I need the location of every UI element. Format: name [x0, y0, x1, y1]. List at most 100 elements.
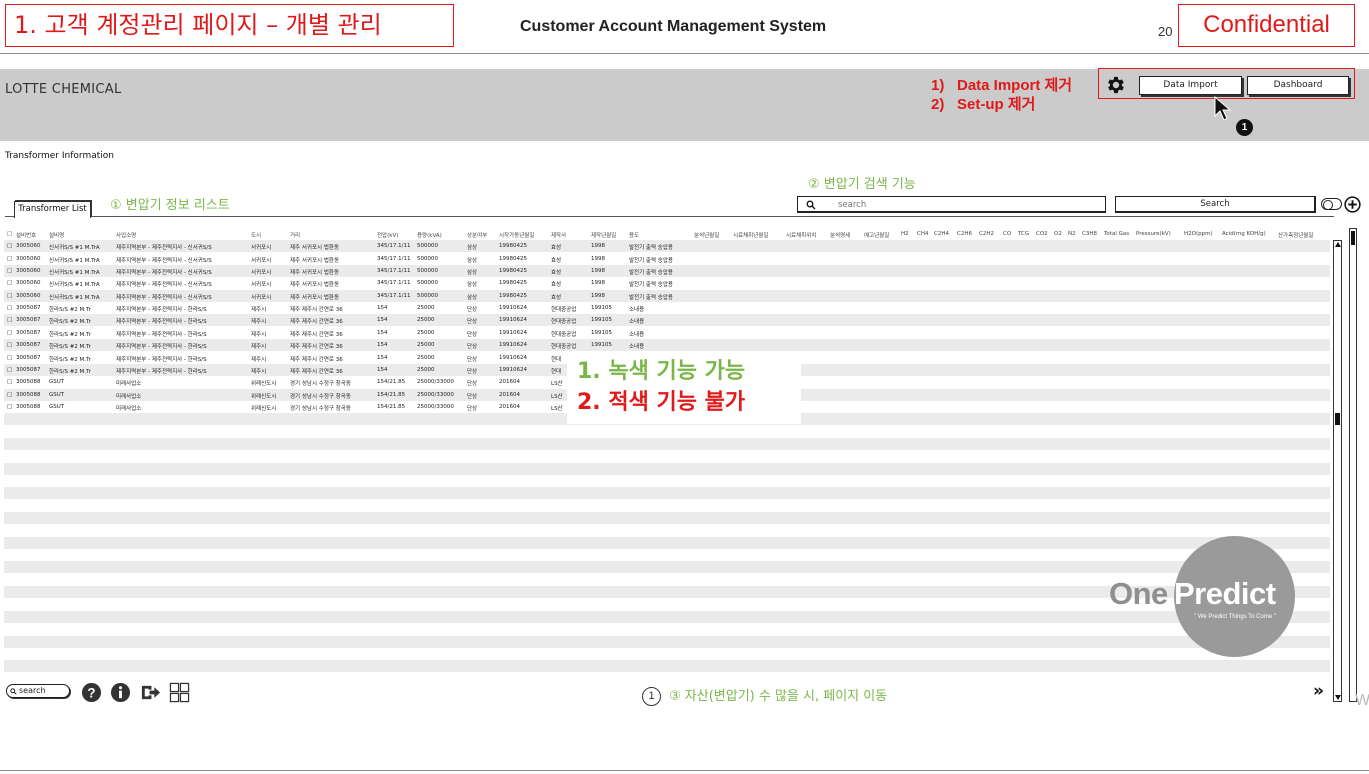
- table-cell: 제주시: [251, 319, 267, 326]
- table-row[interactable]: □ 3005060 신서귀S/S #1 M.TrA 제주지역본부 - 제주전력지사 -…: [4, 290, 1330, 302]
- column-header[interactable]: 산가측정년월일: [1278, 231, 1313, 239]
- column-header[interactable]: 예고년월일: [864, 231, 889, 239]
- column-header[interactable]: 거리: [290, 231, 300, 239]
- column-header[interactable]: 제작사: [551, 231, 566, 239]
- table-stripe: [4, 462, 1330, 475]
- column-header[interactable]: H2O(ppm): [1184, 231, 1213, 237]
- row-checkbox[interactable]: □: [7, 293, 12, 299]
- column-header[interactable]: 사업소명: [116, 231, 136, 239]
- column-header[interactable]: CO2: [1036, 231, 1048, 237]
- footer-search-input[interactable]: search: [6, 684, 70, 698]
- table-cell: 3005087: [16, 329, 41, 336]
- row-checkbox[interactable]: □: [7, 379, 12, 385]
- data-import-button[interactable]: Data Import: [1139, 76, 1242, 95]
- row-checkbox[interactable]: □: [7, 342, 12, 348]
- table-cell: 154: [377, 354, 388, 361]
- table-cell: GSUT: [49, 403, 65, 410]
- column-header[interactable]: 용량(kVA): [417, 231, 442, 239]
- table-cell: 제주지역본부 - 제주전력지사 - 한라S/S: [116, 368, 207, 375]
- function-legend-note: 1. 녹색 기능 가능 2. 적색 기능 불가: [567, 351, 801, 424]
- table-cell: 500000: [417, 268, 438, 275]
- table-cell: 제주 제주시 간연로 36: [290, 319, 343, 326]
- column-header[interactable]: 시료채취년월일: [733, 231, 768, 239]
- column-header[interactable]: 제작년월일: [591, 231, 616, 239]
- table-row[interactable]: □ 3005087 한라S/S #2 M.Tr 제주지역본부 - 제주전력지사 - 한…: [4, 302, 1330, 314]
- table-row[interactable]: □ 3005087 한라S/S #2 M.Tr 제주지역본부 - 제주전력지사 - 한…: [4, 339, 1330, 351]
- grid-icon[interactable]: [169, 682, 190, 703]
- toggle-switch[interactable]: [1321, 198, 1342, 210]
- scroll-thumb[interactable]: [1335, 413, 1340, 425]
- table-cell: 발전기 출력 승압용: [629, 294, 673, 301]
- tab-transformer-list[interactable]: Transformer List: [14, 201, 91, 218]
- column-header[interactable]: C2H2: [979, 231, 994, 237]
- column-header[interactable]: 분석명세: [830, 231, 850, 239]
- column-header[interactable]: 설비번호: [16, 231, 36, 239]
- dashboard-button[interactable]: Dashboard: [1247, 76, 1349, 95]
- table-cell: 미래사업소: [116, 405, 142, 412]
- table-row[interactable]: □ 3005060 신서귀S/S #1 M.TrA 제주지역본부 - 제주전력지사 -…: [4, 240, 1330, 252]
- column-header[interactable]: CH4: [917, 231, 928, 237]
- row-checkbox[interactable]: □: [7, 305, 12, 311]
- row-checkbox[interactable]: □: [7, 280, 12, 286]
- table-cell: 삼상: [467, 245, 478, 252]
- search-button[interactable]: Search: [1115, 196, 1316, 213]
- row-checkbox[interactable]: □: [7, 256, 12, 262]
- table-cell: 제주지역본부 - 제주전력지사 - 신서귀S/S: [116, 270, 212, 277]
- column-header[interactable]: 상분여부: [467, 231, 487, 239]
- column-header[interactable]: 시료채취위치: [786, 231, 816, 239]
- column-header[interactable]: 전압(kV): [377, 231, 398, 239]
- row-checkbox[interactable]: □: [7, 317, 12, 323]
- column-header[interactable]: 시작가동년월일: [499, 231, 534, 239]
- table-cell: 현대중공업: [551, 319, 577, 326]
- info-icon[interactable]: [110, 682, 131, 703]
- row-checkbox[interactable]: □: [7, 355, 12, 361]
- table-row[interactable]: □ 3005087 한라S/S #2 M.Tr 제주지역본부 - 제주전력지사 - 한…: [4, 314, 1330, 326]
- column-header[interactable]: Total Gas: [1104, 231, 1129, 237]
- column-header[interactable]: N2: [1068, 231, 1076, 237]
- column-header[interactable]: TCG: [1018, 231, 1029, 237]
- table-cell: GSUT: [49, 379, 65, 386]
- row-checkbox[interactable]: □: [7, 330, 12, 336]
- column-header[interactable]: 분석년월일: [694, 231, 719, 239]
- table-row[interactable]: □ 3005087 한라S/S #2 M.Tr 제주지역본부 - 제주전력지사 - 한…: [4, 327, 1330, 339]
- column-header[interactable]: C2H6: [957, 231, 972, 237]
- table-row[interactable]: □ 3005060 신서귀S/S #1 M.TrA 제주지역본부 - 제주전력지사 -…: [4, 253, 1330, 265]
- gear-icon[interactable]: [1105, 74, 1127, 96]
- column-header[interactable]: 설비명: [49, 231, 64, 239]
- table-row[interactable]: □ 3005060 신서귀S/S #1 M.TrA 제주지역본부 - 제주전력지사 -…: [4, 265, 1330, 277]
- page-scroll-thumb[interactable]: [1351, 231, 1355, 245]
- table-cell: 19980425: [499, 243, 527, 250]
- next-page-button[interactable]: »: [1313, 681, 1324, 701]
- legend-red: 2. 적색 기능 불가: [577, 390, 746, 415]
- search-input[interactable]: [838, 198, 1078, 211]
- table-cell: 345/17.1/11: [377, 243, 411, 250]
- table-cell: 삼상: [467, 257, 478, 264]
- column-header[interactable]: 용도: [629, 231, 639, 239]
- scroll-up-icon[interactable]: [1335, 242, 1341, 247]
- column-header[interactable]: C3H8: [1082, 231, 1097, 237]
- column-header[interactable]: 도시: [251, 231, 261, 239]
- column-header[interactable]: Pressure(kV): [1136, 231, 1171, 237]
- help-icon[interactable]: ?: [81, 682, 102, 703]
- row-checkbox[interactable]: □: [7, 404, 12, 410]
- select-all-checkbox[interactable]: □: [7, 231, 12, 237]
- column-header[interactable]: CO: [1003, 231, 1011, 237]
- column-header[interactable]: Acid(mg KOH/g): [1222, 231, 1266, 237]
- column-header[interactable]: H2: [901, 231, 909, 237]
- table-scrollbar[interactable]: [1333, 240, 1342, 702]
- add-circle-icon[interactable]: [1344, 196, 1361, 213]
- page-scrollbar[interactable]: [1349, 228, 1357, 702]
- row-checkbox[interactable]: □: [7, 392, 12, 398]
- logo-tagline: " We Predict Things To Come ": [1194, 614, 1276, 620]
- scroll-down-icon[interactable]: [1335, 695, 1341, 700]
- table-cell: 25000: [417, 329, 435, 336]
- row-checkbox[interactable]: □: [7, 243, 12, 249]
- row-checkbox[interactable]: □: [7, 367, 12, 373]
- table-cell: 효성: [551, 282, 562, 289]
- column-header[interactable]: C2H4: [934, 231, 949, 237]
- search-field[interactable]: [797, 196, 1106, 213]
- row-checkbox[interactable]: □: [7, 268, 12, 274]
- table-row[interactable]: □ 3005060 신서귀S/S #1 M.TrA 제주지역본부 - 제주전력지사 -…: [4, 277, 1330, 289]
- column-header[interactable]: O2: [1054, 231, 1062, 237]
- exit-icon[interactable]: [140, 682, 161, 703]
